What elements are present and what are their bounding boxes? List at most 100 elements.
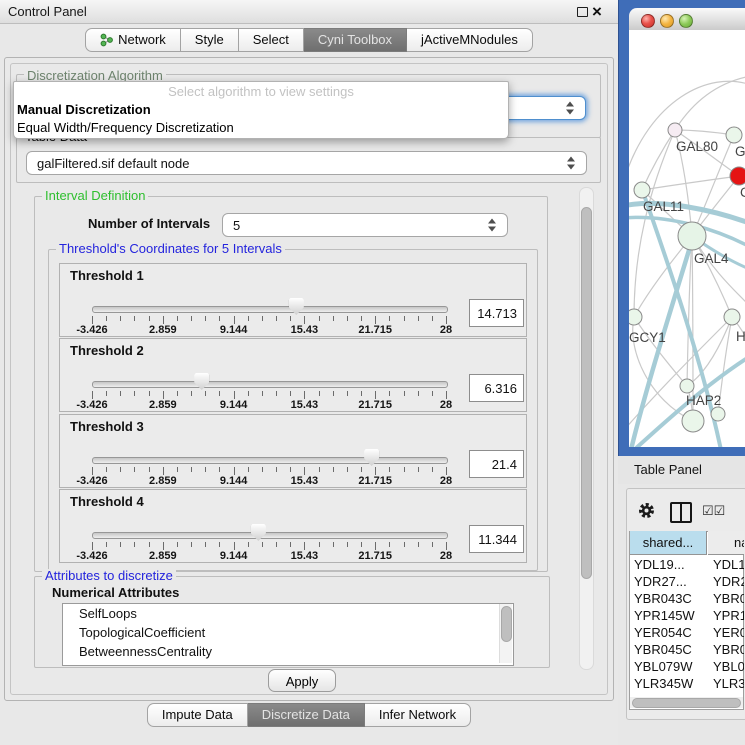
cell-shared-name: YER054C — [630, 624, 708, 641]
network-window-titlebar — [629, 8, 745, 31]
cell-name: YBR0 — [708, 590, 744, 607]
popup-item-equal-width-frequency-discretization[interactable]: Equal Width/Frequency Discretization — [14, 119, 508, 137]
bottom-tab-infer-network[interactable]: Infer Network — [365, 703, 471, 727]
cell-shared-name: YBR045C — [630, 641, 708, 658]
main-scrollbar-thumb[interactable] — [581, 207, 592, 579]
close-icon[interactable]: × — [592, 1, 602, 22]
num-intervals-spinner[interactable]: 5 — [222, 213, 508, 237]
network-node[interactable] — [682, 410, 704, 432]
thresholds-group-label: Threshold's Coordinates for 5 Intervals — [56, 242, 285, 256]
network-node-gal11[interactable] — [634, 182, 650, 198]
table-row[interactable]: YDR27...YDR2 — [630, 573, 744, 590]
network-node-ga[interactable] — [726, 127, 742, 143]
tick-mark — [418, 542, 419, 547]
table-row[interactable]: YBR043CYBR0 — [630, 590, 744, 607]
threshold-panel-1: Threshold 1-3.4262.8599.14415.4321.71528… — [59, 263, 527, 337]
checkboxes-icon[interactable]: ☑☑ — [702, 503, 725, 519]
table-row[interactable]: YBR045CYBR0 — [630, 641, 744, 658]
slider-track[interactable] — [92, 306, 448, 313]
tick-mark — [276, 542, 277, 547]
float-window-icon[interactable] — [577, 7, 588, 17]
network-node-gcy1[interactable] — [629, 309, 642, 325]
table-row[interactable]: YLR345WYLR3 — [630, 675, 744, 692]
threshold-value-field[interactable]: 6.316 — [469, 374, 524, 402]
tick-label: -3.426 — [57, 324, 127, 336]
columns-icon[interactable] — [670, 502, 692, 523]
tick-mark — [248, 391, 249, 396]
tick-mark — [177, 467, 178, 472]
tab-select[interactable]: Select — [239, 28, 304, 52]
slider-track[interactable] — [92, 457, 448, 464]
tab-style[interactable]: Style — [181, 28, 239, 52]
list-scrollbar-thumb[interactable] — [501, 606, 512, 642]
tick-mark — [262, 467, 263, 472]
tick-mark — [432, 316, 433, 321]
tab-cyni-toolbox[interactable]: Cyni Toolbox — [304, 28, 407, 52]
tick-mark — [333, 391, 334, 396]
slider-track[interactable] — [92, 381, 448, 388]
table-row[interactable]: YDL19...YDL1 — [630, 556, 744, 573]
list-item-topologicalcoefficient[interactable]: TopologicalCoefficient — [63, 623, 513, 642]
tab-label: Cyni Toolbox — [318, 29, 392, 51]
column-header-name[interactable]: na — [708, 531, 744, 555]
attributes-group-label: Attributes to discretize — [42, 569, 176, 583]
tick-mark — [120, 542, 121, 547]
tick-mark — [219, 316, 220, 321]
network-node-hap2[interactable] — [680, 379, 694, 393]
tick-mark — [134, 467, 135, 472]
gear-icon[interactable] — [638, 502, 655, 519]
network-canvas[interactable]: GAL80GACGAL11GAL4GCY1HHAP2 — [629, 30, 745, 447]
tab-jactivemnodules[interactable]: jActiveMNodules — [407, 28, 533, 52]
tick-mark — [347, 391, 348, 396]
tab-network[interactable]: Network — [85, 28, 181, 52]
table-row[interactable]: YPR145WYPR1 — [630, 607, 744, 624]
threshold-value-field[interactable]: 14.713 — [469, 299, 524, 327]
column-header-shared-name[interactable]: shared... — [630, 531, 707, 555]
bottom-tab-discretize-data[interactable]: Discretize Data — [248, 703, 365, 727]
slider-track[interactable] — [92, 532, 448, 539]
tick-mark — [149, 391, 150, 396]
tick-label: 2.859 — [128, 324, 198, 336]
tick-mark — [375, 391, 376, 399]
network-node-c[interactable] — [730, 167, 745, 185]
apply-button[interactable]: Apply — [268, 669, 336, 692]
tick-mark — [92, 391, 93, 399]
tick-mark — [234, 467, 235, 475]
tick-label: 2.859 — [128, 475, 198, 487]
tick-mark — [262, 542, 263, 547]
network-node[interactable] — [711, 407, 725, 421]
tick-mark — [134, 542, 135, 547]
tick-mark — [319, 316, 320, 321]
table-hscrollbar-thumb[interactable] — [632, 698, 741, 708]
table-row[interactable]: YIL052CYIL0 — [630, 692, 744, 696]
attributes-list[interactable]: SelfLoopsTopologicalCoefficientBetweenne… — [62, 603, 514, 666]
network-node-h[interactable] — [724, 309, 740, 325]
tick-mark — [418, 316, 419, 321]
tab-label: Impute Data — [162, 704, 233, 726]
threshold-value-field[interactable]: 11.344 — [469, 525, 524, 553]
table-data-combo[interactable]: galFiltered.sif default node — [26, 151, 587, 175]
stepper-icon — [488, 219, 497, 232]
tick-mark — [177, 391, 178, 396]
table-row[interactable]: YER054CYER0 — [630, 624, 744, 641]
tick-mark — [304, 467, 305, 475]
table-row[interactable]: YBL079WYBL0 — [630, 658, 744, 675]
bottom-tab-bar: Impute Data Discretize DataInfer Network — [0, 703, 618, 729]
tick-mark — [106, 467, 107, 472]
list-item-selfloops[interactable]: SelfLoops — [63, 604, 513, 623]
node-label: GA — [735, 144, 745, 159]
close-traffic-light-icon[interactable] — [641, 14, 655, 28]
tick-mark — [262, 391, 263, 396]
minimize-traffic-light-icon[interactable] — [660, 14, 674, 28]
network-node-gal80[interactable] — [668, 123, 682, 137]
threshold-value-field[interactable]: 21.4 — [469, 450, 524, 478]
list-item-betweennesscentrality[interactable]: BetweennessCentrality — [63, 642, 513, 661]
bottom-tab-impute-data[interactable]: Impute Data — [147, 703, 248, 727]
tick-mark — [432, 467, 433, 472]
tab-label: Select — [253, 29, 289, 51]
zoom-traffic-light-icon[interactable] — [679, 14, 693, 28]
popup-item-manual-discretization[interactable]: Manual Discretization — [14, 101, 508, 119]
num-intervals-value: 5 — [233, 214, 240, 236]
tick-mark — [333, 316, 334, 321]
network-node-gal4[interactable] — [678, 222, 706, 250]
